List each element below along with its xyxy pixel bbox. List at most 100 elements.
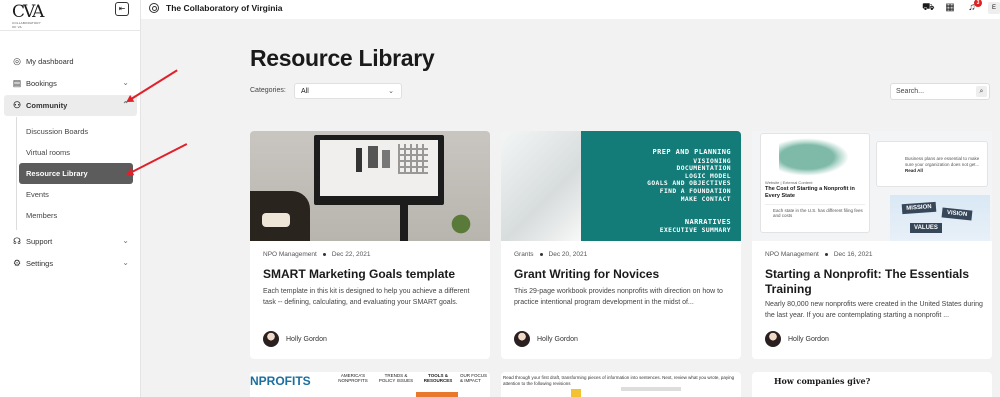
categories-value: All bbox=[301, 88, 309, 95]
sidebar-nav: ◎ My dashboard ▤ Bookings ⌄ ⚇ Community … bbox=[0, 50, 141, 275]
card-image-text: NPROFITS bbox=[250, 374, 311, 388]
calendar-icon: ▤ bbox=[12, 78, 22, 88]
community-submenu: Discussion Boards Virtual rooms Resource… bbox=[0, 117, 141, 230]
meta-dot bbox=[824, 253, 828, 256]
card-image-text: OUR FOCUS & IMPACT bbox=[460, 373, 487, 383]
search-input[interactable]: Search... ⌕ bbox=[890, 83, 990, 100]
photo-area bbox=[501, 131, 581, 241]
card-author[interactable]: Holly Gordon bbox=[765, 331, 829, 347]
card-description: Each template in this kit is designed to… bbox=[263, 288, 470, 306]
signs-photo: MISSION VISION VALUES bbox=[890, 195, 990, 241]
card-image bbox=[250, 131, 490, 241]
search-placeholder: Search... bbox=[896, 88, 925, 95]
sidebar: CVA COLLABORATORY OF VA ⇤ ◎ My dashboard… bbox=[0, 0, 141, 397]
resource-card[interactable]: NPROFITS AMERICA'S NONPROFITS TRENDS & P… bbox=[250, 372, 490, 397]
app-logo[interactable]: CVA COLLABORATORY OF VA bbox=[12, 3, 44, 29]
map-card: Website | External Content The Cost of S… bbox=[760, 133, 870, 233]
image-text-line: EXECUTIVE SUMMARY bbox=[659, 226, 731, 234]
chevron-down-icon: ⌄ bbox=[122, 78, 129, 87]
resource-card[interactable]: Read through your first draft, transform… bbox=[501, 372, 741, 397]
card-image: Website | External Content The Cost of S… bbox=[752, 131, 992, 241]
sidebar-subitem-members[interactable]: Members bbox=[19, 205, 133, 226]
sidebar-item-support[interactable]: ☊ Support ⌄ bbox=[4, 231, 137, 252]
orange-bar bbox=[416, 392, 458, 397]
chevron-down-icon: ⌄ bbox=[388, 88, 394, 95]
card-title[interactable]: SMART Marketing Goals template bbox=[263, 267, 488, 282]
basket-icon[interactable]: ⛟ bbox=[922, 2, 935, 14]
sidebar-subitem-resource-library[interactable]: Resource Library bbox=[19, 163, 133, 184]
card-title[interactable]: Starting a Nonprofit: The Essentials Tra… bbox=[765, 267, 990, 297]
card-date: Dec 16, 2021 bbox=[833, 251, 873, 258]
card-date: Dec 20, 2021 bbox=[548, 251, 588, 258]
sidebar-item-bookings[interactable]: ▤ Bookings ⌄ bbox=[4, 73, 137, 94]
submenu-line bbox=[16, 117, 17, 230]
image-text-line: MAKE CONTACT bbox=[680, 195, 731, 203]
map-note: Each state in the U.S. has different fil… bbox=[765, 204, 865, 228]
card-image: PREP AND PLANNING VISIONING DOCUMENTATIO… bbox=[501, 131, 741, 241]
author-avatar bbox=[263, 331, 279, 347]
author-name: Holly Gordon bbox=[537, 335, 578, 343]
resource-card[interactable]: NPO Management Dec 22, 2021 SMART Market… bbox=[250, 131, 490, 359]
collapse-sidebar-icon[interactable]: ⇤ bbox=[115, 2, 129, 16]
image-text-line: GOALS AND OBJECTIVES bbox=[647, 180, 731, 188]
card-meta: NPO Management Dec 16, 2021 bbox=[765, 251, 873, 258]
card-title[interactable]: Grant Writing for Novices bbox=[514, 267, 739, 282]
image-text-line: NARRATIVES bbox=[684, 218, 731, 227]
sidebar-item-label: Bookings bbox=[26, 79, 57, 88]
resource-card[interactable]: How companies give? bbox=[752, 372, 992, 397]
page-title: Resource Library bbox=[250, 45, 435, 71]
card-description: This 29-page workbook provides nonprofit… bbox=[514, 288, 723, 306]
resource-card[interactable]: Website | External Content The Cost of S… bbox=[752, 131, 992, 359]
sidebar-subitem-events[interactable]: Events bbox=[19, 184, 133, 205]
sidebar-item-dashboard[interactable]: ◎ My dashboard bbox=[4, 51, 137, 72]
us-map-shape bbox=[779, 138, 849, 176]
logo-subtext: COLLABORATORY OF VA bbox=[12, 21, 41, 29]
bell-icon[interactable]: ♫ 3 bbox=[966, 0, 982, 14]
top-icons: ⛟ ▦ ♫ 3 E bbox=[912, 0, 1000, 14]
card-author[interactable]: Holly Gordon bbox=[263, 331, 327, 347]
chevron-down-icon: ⌄ bbox=[122, 258, 129, 267]
meta-dot bbox=[539, 253, 543, 256]
author-name: Holly Gordon bbox=[286, 335, 327, 343]
card-image-text: Read through your first draft, transform… bbox=[503, 375, 735, 386]
card-date: Dec 22, 2021 bbox=[331, 251, 371, 258]
compass-icon: ◎ bbox=[13, 56, 21, 66]
categories-select[interactable]: All ⌄ bbox=[294, 83, 402, 99]
people-icon: ⚇ bbox=[12, 100, 22, 110]
card-category: NPO Management bbox=[263, 251, 317, 258]
chevron-down-icon: ⌄ bbox=[122, 236, 129, 245]
card-image-text: AMERICA'S NONPROFITS bbox=[338, 373, 368, 383]
map-head: The Cost of Starting a Nonprofit in Ever… bbox=[765, 186, 855, 199]
image-text-line: VISIONING bbox=[693, 157, 731, 165]
resource-card[interactable]: PREP AND PLANNING VISIONING DOCUMENTATIO… bbox=[501, 131, 741, 359]
plan-text: Business plans are essential to make sur… bbox=[905, 156, 980, 167]
read-all-link: Read All bbox=[905, 168, 923, 173]
org-switcher[interactable]: The Collaboratory of Virginia bbox=[149, 3, 283, 13]
sidebar-item-settings[interactable]: ⚙ Settings ⌄ bbox=[4, 253, 137, 274]
sidebar-item-label: My dashboard bbox=[26, 57, 74, 66]
mission-sign: MISSION bbox=[901, 201, 937, 215]
sidebar-item-label: Settings bbox=[26, 259, 54, 268]
search-icon[interactable]: ⌕ bbox=[976, 86, 987, 97]
image-text-line: PREP AND PLANNING bbox=[652, 148, 731, 156]
headset-icon: ☊ bbox=[13, 236, 21, 246]
document-icon[interactable]: ▦ bbox=[944, 2, 956, 14]
sidebar-item-label: Support bbox=[26, 237, 53, 246]
sidebar-item-label: Community bbox=[26, 101, 68, 110]
sidebar-divider bbox=[0, 30, 141, 31]
card-meta: NPO Management Dec 22, 2021 bbox=[263, 251, 371, 258]
vision-sign: VISION bbox=[941, 207, 973, 221]
top-bar: The Collaboratory of Virginia ⛟ ▦ ♫ 3 E bbox=[141, 0, 1000, 19]
plant-shape bbox=[446, 207, 476, 241]
notification-badge: 3 bbox=[974, 0, 982, 7]
card-image-text: How companies give? bbox=[774, 376, 871, 386]
author-avatar bbox=[765, 331, 781, 347]
monitor-shape bbox=[314, 135, 444, 205]
sidebar-item-community[interactable]: ⚇ Community ⌃ bbox=[4, 95, 137, 116]
card-author[interactable]: Holly Gordon bbox=[514, 331, 578, 347]
card-category: NPO Management bbox=[765, 251, 819, 258]
sidebar-subitem-discussion-boards[interactable]: Discussion Boards bbox=[19, 121, 133, 142]
sidebar-subitem-virtual-rooms[interactable]: Virtual rooms bbox=[19, 142, 133, 163]
user-avatar[interactable]: E bbox=[988, 2, 1000, 14]
author-avatar bbox=[514, 331, 530, 347]
